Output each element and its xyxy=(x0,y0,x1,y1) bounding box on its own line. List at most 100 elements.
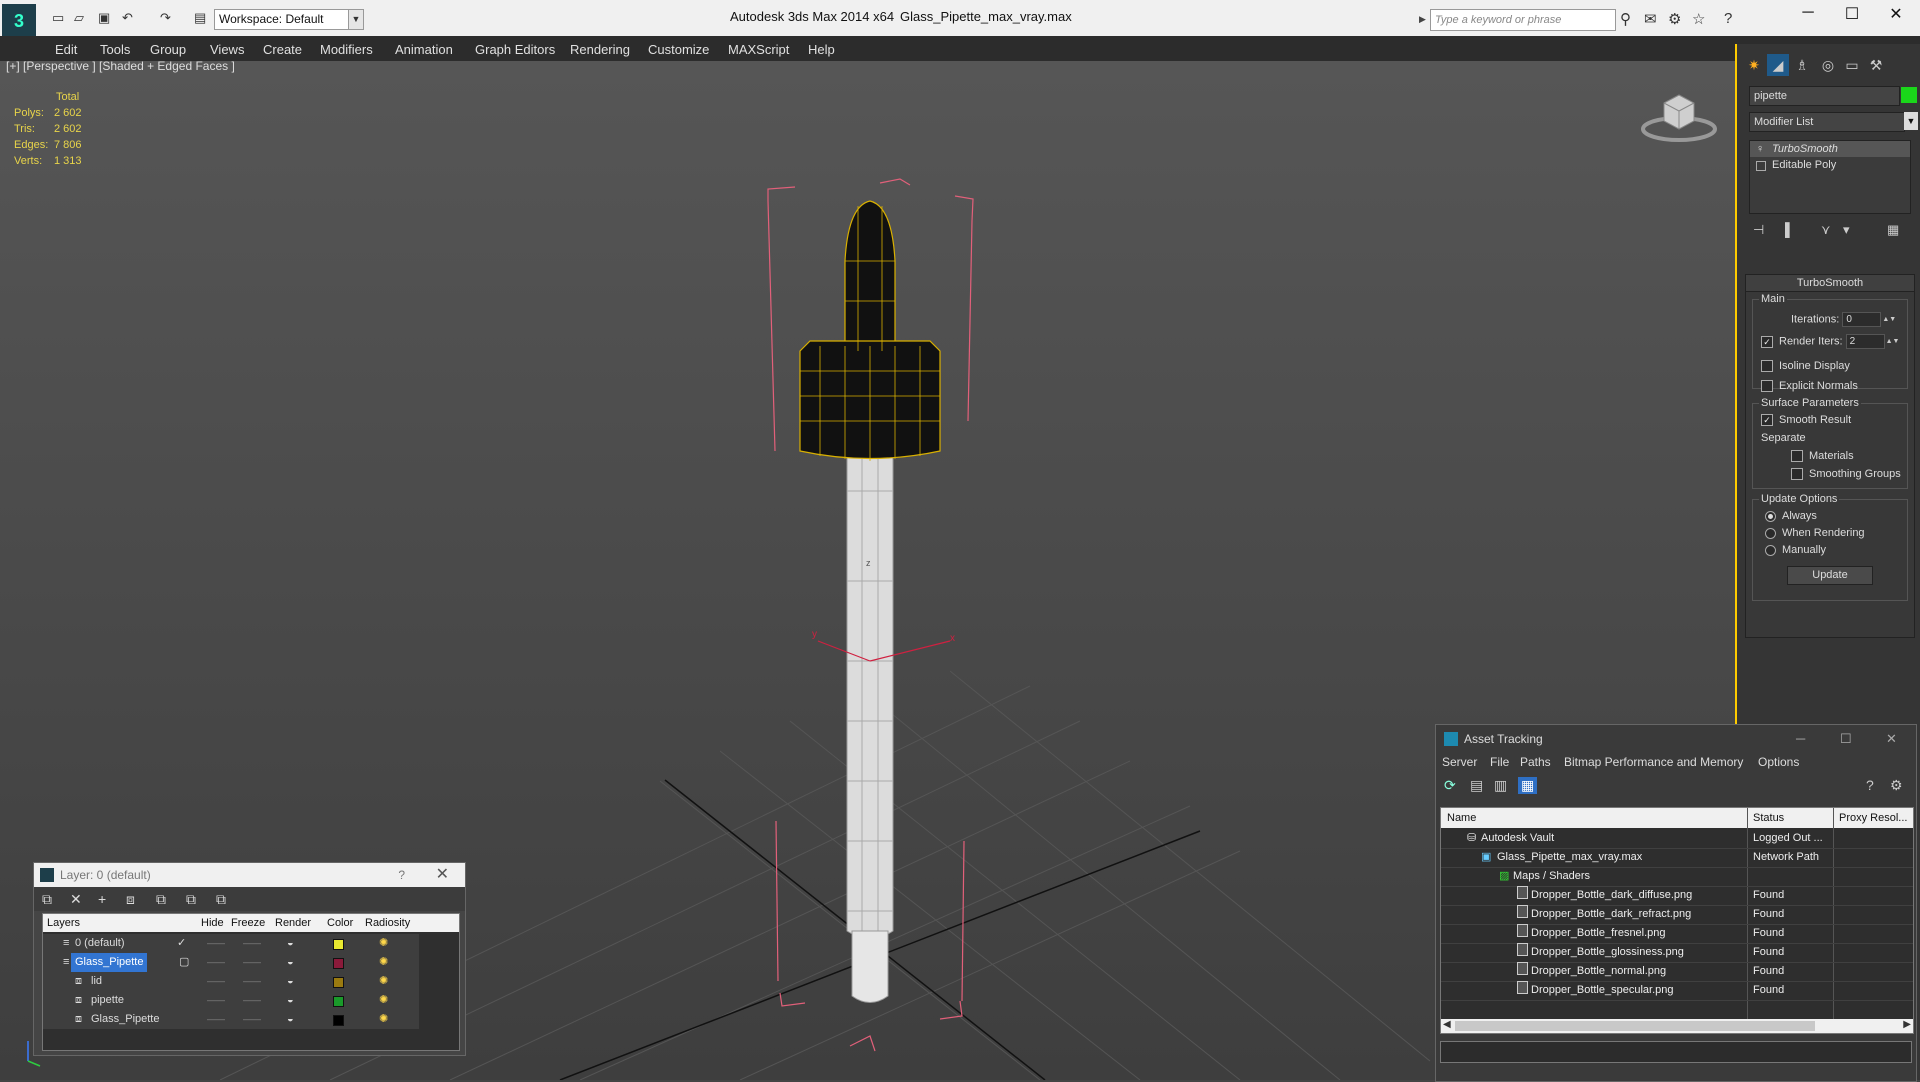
favorites-star-icon[interactable]: ☆ xyxy=(1692,10,1705,28)
menu-customize[interactable]: Customize xyxy=(648,42,709,57)
close-icon[interactable]: ✕ xyxy=(436,863,449,887)
table-view-icon[interactable]: ▦ xyxy=(1518,777,1538,794)
menu-graph-editors[interactable]: Graph Editors xyxy=(475,42,555,57)
layer-color-swatch[interactable] xyxy=(333,958,344,969)
manually-radio[interactable] xyxy=(1765,544,1776,556)
asset-row[interactable]: Dropper_Bottle_glossiness.png Found xyxy=(1441,943,1913,963)
asset-window-titlebar[interactable]: Asset Tracking ─ ☐ ✕ xyxy=(1436,725,1916,753)
menu-paths[interactable]: Paths xyxy=(1520,755,1551,769)
help-icon[interactable]: ? xyxy=(398,863,405,887)
modify-tab-icon[interactable]: ◢ xyxy=(1767,54,1789,76)
layer-window-titlebar[interactable]: Layer: 0 (default) ? ✕ xyxy=(34,863,465,887)
always-radio[interactable] xyxy=(1765,510,1776,522)
spinner-arrows-icon[interactable]: ▲▼ xyxy=(1882,316,1896,323)
render-teapot-icon[interactable]: ◒ xyxy=(287,972,294,991)
menu-edit[interactable]: Edit xyxy=(55,42,77,57)
hide-toggle[interactable]: —— xyxy=(207,1010,225,1029)
menu-options[interactable]: Options xyxy=(1758,755,1799,769)
close-button[interactable]: ✕ xyxy=(1886,725,1897,753)
asset-row[interactable]: ▨ Maps / Shaders xyxy=(1441,867,1913,887)
layer-name[interactable]: pipette xyxy=(91,991,124,1010)
expand-icon[interactable] xyxy=(1756,161,1766,171)
undo-icon[interactable]: ↶ xyxy=(122,10,133,26)
render-teapot-icon[interactable]: ◒ xyxy=(287,934,294,953)
menu-file[interactable]: File xyxy=(1490,755,1509,769)
remove-modifier-icon[interactable]: ▾ xyxy=(1843,222,1850,238)
object-color-swatch[interactable] xyxy=(1901,87,1917,103)
menu-server[interactable]: Server xyxy=(1442,755,1477,769)
freeze-toggle[interactable]: —— xyxy=(243,972,261,991)
help-icon[interactable]: ? xyxy=(1866,777,1874,793)
scroll-right-icon[interactable]: ▶ xyxy=(1903,1019,1911,1030)
help-icon[interactable]: ? xyxy=(1724,10,1732,27)
column-status[interactable]: Status xyxy=(1753,808,1784,828)
hide-toggle[interactable]: —— xyxy=(207,934,225,953)
asset-row[interactable]: Dropper_Bottle_fresnel.png Found xyxy=(1441,924,1913,944)
select-objects-icon[interactable]: ⧈ xyxy=(126,891,135,908)
column-proxy[interactable]: Proxy Resol... xyxy=(1839,808,1907,828)
search-input[interactable]: Type a keyword or phrase xyxy=(1430,9,1616,31)
menu-group[interactable]: Group xyxy=(150,42,186,57)
iterations-spinner[interactable]: 0 xyxy=(1842,312,1882,327)
stack-item-editable-poly[interactable]: Editable Poly xyxy=(1750,157,1910,173)
menu-animation[interactable]: Animation xyxy=(395,42,453,57)
freeze-toggle[interactable]: —— xyxy=(243,934,261,953)
render-iters-spinner[interactable]: 2 xyxy=(1845,334,1885,349)
layer-row[interactable]: ≡ Glass_Pipette ▢ —— —— ◒ ✺ xyxy=(43,953,419,972)
maximize-button[interactable]: ☐ xyxy=(1832,4,1872,24)
radiosity-bulb-icon[interactable]: ✺ xyxy=(379,1010,388,1029)
column-name[interactable]: Name xyxy=(1447,808,1476,828)
layer-row[interactable]: ≡ 0 (default) ✓ —— —— ◒ ✺ xyxy=(43,934,419,953)
display-tab-icon[interactable]: ▭ xyxy=(1841,54,1863,76)
render-teapot-icon[interactable]: ◒ xyxy=(287,991,294,1010)
materials-checkbox[interactable] xyxy=(1791,450,1803,463)
minimize-button[interactable]: ─ xyxy=(1788,4,1828,22)
layer-name[interactable]: lid xyxy=(91,972,102,991)
layer-row[interactable]: ⧈ lid —— —— ◒ ✺ xyxy=(43,972,419,991)
column-radiosity[interactable]: Radiosity xyxy=(365,914,410,932)
spinner-arrows-icon[interactable]: ▲▼ xyxy=(1886,338,1900,345)
radiosity-bulb-icon[interactable]: ✺ xyxy=(379,972,388,991)
lightbulb-icon[interactable]: ♀ xyxy=(1756,141,1764,157)
stack-item-turbosmooth[interactable]: ♀ TurboSmooth xyxy=(1750,141,1910,157)
freeze-all-layers-icon[interactable]: ⧉ xyxy=(216,891,226,908)
modifier-list-dropdown[interactable]: Modifier List xyxy=(1749,112,1905,132)
viewport-label[interactable]: [+] [Perspective ] [Shaded + Edged Faces… xyxy=(6,61,235,73)
horizontal-scrollbar[interactable]: ◀ ▶ xyxy=(1441,1019,1913,1033)
radiosity-bulb-icon[interactable]: ✺ xyxy=(379,934,388,953)
show-end-result-icon[interactable]: ▌ xyxy=(1785,222,1794,237)
freeze-toggle[interactable]: —— xyxy=(243,953,261,972)
layer-color-swatch[interactable] xyxy=(333,1015,344,1026)
menu-maxscript[interactable]: MAXScript xyxy=(728,42,789,57)
open-file-icon[interactable]: ▱ xyxy=(74,10,84,26)
asset-row[interactable]: ▣ Glass_Pipette_max_vray.max Network Pat… xyxy=(1441,848,1913,868)
layer-name[interactable]: 0 (default) xyxy=(75,934,125,953)
render-teapot-icon[interactable]: ◒ xyxy=(287,1010,294,1029)
create-layer-icon[interactable]: ⧉ xyxy=(42,891,52,908)
utilities-tab-icon[interactable]: ⚒ xyxy=(1865,54,1887,76)
menu-rendering[interactable]: Rendering xyxy=(570,42,630,57)
asset-row[interactable]: Dropper_Bottle_specular.png Found xyxy=(1441,981,1913,1001)
object-name-field[interactable]: pipette xyxy=(1749,86,1900,106)
make-unique-icon[interactable]: ⋎ xyxy=(1821,222,1831,238)
hide-toggle[interactable]: —— xyxy=(207,953,225,972)
radiosity-bulb-icon[interactable]: ✺ xyxy=(379,991,388,1010)
configure-sets-icon[interactable]: ▦ xyxy=(1887,222,1899,238)
settings-icon[interactable]: ⚙ xyxy=(1890,777,1903,794)
asset-row[interactable]: ⛁ Autodesk Vault Logged Out ... xyxy=(1441,829,1913,849)
workspace-dropdown[interactable]: Workspace: Default xyxy=(214,9,350,30)
add-selected-icon[interactable]: + xyxy=(98,891,106,907)
app-menu-button[interactable]: 3 xyxy=(2,4,36,38)
layer-row[interactable]: ⧈ Glass_Pipette —— —— ◒ ✺ xyxy=(43,1010,419,1029)
freeze-toggle[interactable]: —— xyxy=(243,991,261,1010)
save-icon[interactable]: ▣ xyxy=(98,10,110,26)
highlight-layer-icon[interactable]: ⧉ xyxy=(156,891,166,908)
smooth-result-checkbox[interactable]: ✓ xyxy=(1761,414,1773,427)
menu-create[interactable]: Create xyxy=(263,42,302,57)
layer-color-swatch[interactable] xyxy=(333,977,344,988)
menu-modifiers[interactable]: Modifiers xyxy=(320,42,373,57)
pin-stack-icon[interactable]: ⊣ xyxy=(1753,222,1764,238)
refresh-icon[interactable]: ⟳ xyxy=(1444,777,1456,794)
rollout-header[interactable]: TurboSmooth xyxy=(1746,275,1914,292)
asset-row[interactable]: Dropper_Bottle_dark_diffuse.png Found xyxy=(1441,886,1913,906)
